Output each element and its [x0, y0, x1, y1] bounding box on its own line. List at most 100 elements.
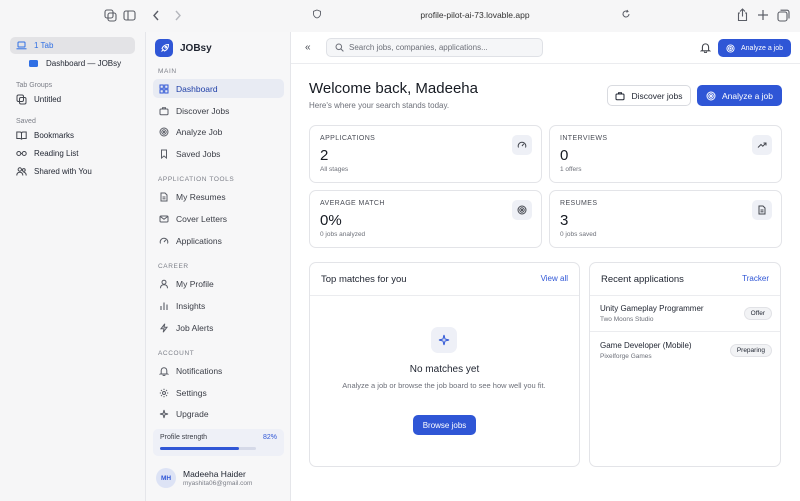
nav-insights[interactable]: Insights	[153, 296, 284, 315]
app-header: « Analyze a job	[291, 32, 800, 64]
reload-icon[interactable]	[621, 9, 631, 19]
tabs-overview-icon[interactable]	[777, 9, 791, 23]
address-bar[interactable]: profile-pilot-ai-73.lovable.app	[310, 8, 640, 24]
nav-discover-jobs[interactable]: Discover Jobs	[153, 101, 284, 120]
gauge-icon	[512, 135, 532, 155]
profile-strength[interactable]: Profile strength 82%	[153, 429, 284, 456]
tab-item-label: Dashboard — JOBsy	[46, 59, 122, 68]
analyze-job-button[interactable]: Analyze a job	[697, 85, 782, 106]
tab-group-untitled[interactable]: Untitled	[10, 91, 135, 108]
search-icon	[335, 43, 344, 52]
nav-label: My Resumes	[176, 191, 226, 202]
sidebar-toggle-icon[interactable]	[123, 9, 137, 23]
mail-icon	[159, 214, 169, 224]
tab-count-row[interactable]: 1 Tab	[10, 37, 135, 54]
tab-overview-icon[interactable]	[104, 9, 118, 23]
target-icon	[706, 91, 716, 101]
nav-label: Notifications	[176, 365, 223, 376]
bookmark-icon	[159, 149, 169, 159]
browse-jobs-button[interactable]: Browse jobs	[413, 415, 476, 435]
application-title: Game Developer (Mobile)	[600, 341, 692, 350]
grid-icon	[159, 84, 169, 94]
analyze-job-label: Analyze a job	[721, 90, 774, 101]
user-email: myashita06@gmail.com	[183, 480, 253, 487]
bell-icon	[159, 366, 169, 376]
favicon-icon	[28, 58, 39, 69]
view-all-link[interactable]: View all	[541, 274, 568, 283]
tab-item-dashboard[interactable]: Dashboard — JOBsy	[22, 55, 135, 72]
user-name: Madeeha Haider	[183, 469, 246, 479]
discover-jobs-button[interactable]: Discover jobs	[607, 85, 691, 106]
reading-list-item[interactable]: Reading List	[10, 145, 135, 162]
stat-value: 2	[320, 147, 329, 164]
document-icon	[752, 200, 772, 220]
laptop-icon	[16, 40, 27, 51]
section-header-main: MAIN	[158, 68, 177, 75]
empty-state-title: No matches yet	[409, 364, 480, 375]
nav-my-resumes[interactable]: My Resumes	[153, 187, 284, 206]
forward-icon[interactable]	[171, 9, 185, 23]
target-icon	[512, 200, 532, 220]
search-box[interactable]	[326, 38, 543, 57]
discover-jobs-label: Discover jobs	[631, 90, 683, 101]
shared-with-you-item[interactable]: Shared with You	[10, 163, 135, 180]
brand-name: JOBsy	[180, 42, 212, 54]
stat-value: 0%	[320, 212, 342, 229]
new-tab-icon[interactable]	[757, 9, 771, 23]
stat-card-interviews[interactable]: INTERVIEWS 0 1 offers	[549, 125, 782, 183]
target-icon	[159, 127, 169, 137]
bookmarks-item[interactable]: Bookmarks	[10, 127, 135, 144]
tab-groups-header: Tab Groups	[16, 82, 53, 89]
nav-saved-jobs[interactable]: Saved Jobs	[153, 144, 284, 163]
search-input[interactable]	[349, 43, 539, 52]
top-matches-card: Top matches for you View all No matches …	[309, 262, 580, 467]
back-icon[interactable]	[150, 9, 164, 23]
list-item[interactable]: Game Developer (Mobile) Pixelforge Games…	[590, 333, 782, 368]
briefcase-icon	[615, 91, 625, 101]
avatar: MH	[156, 468, 176, 488]
nav-analyze-job[interactable]: Analyze Job	[153, 122, 284, 141]
nav-label: Dashboard	[176, 83, 218, 94]
section-header-career: CAREER	[158, 263, 189, 270]
sparkle-icon	[431, 327, 457, 353]
divider	[590, 331, 780, 332]
nav-label: Upgrade	[176, 408, 209, 419]
people-icon	[16, 166, 27, 177]
share-icon[interactable]	[736, 8, 750, 22]
empty-state-text: Analyze a job or browse the job board to…	[342, 381, 546, 390]
stat-card-average-match[interactable]: AVERAGE MATCH 0% 0 jobs analyzed	[309, 190, 542, 248]
nav-job-alerts[interactable]: Job Alerts	[153, 318, 284, 337]
nav-applications[interactable]: Applications	[153, 231, 284, 250]
notifications-bell-icon[interactable]	[700, 42, 711, 53]
stat-card-resumes[interactable]: RESUMES 3 0 jobs saved	[549, 190, 782, 248]
rocket-logo-icon	[155, 39, 173, 57]
stat-sub: 0 jobs saved	[560, 231, 597, 238]
nav-cover-letters[interactable]: Cover Letters	[153, 209, 284, 228]
user-icon	[159, 279, 169, 289]
nav-my-profile[interactable]: My Profile	[153, 274, 284, 293]
list-item[interactable]: Unity Gameplay Programmer Two Moons Stud…	[590, 296, 782, 331]
nav-notifications[interactable]: Notifications	[153, 361, 284, 380]
tab-group-icon	[16, 94, 27, 105]
section-header-application-tools: APPLICATION TOOLS	[158, 176, 235, 183]
page-title: Welcome back, Madeeha	[309, 80, 478, 97]
nav-dashboard[interactable]: Dashboard	[153, 79, 284, 98]
stat-value: 0	[560, 147, 569, 164]
stat-label: AVERAGE MATCH	[320, 200, 385, 207]
tracker-link[interactable]: Tracker	[742, 274, 769, 283]
nav-settings[interactable]: Settings	[153, 383, 284, 402]
brand[interactable]: JOBsy	[155, 39, 212, 57]
header-analyze-button[interactable]: Analyze a job	[718, 39, 791, 57]
collapse-sidebar-icon[interactable]: «	[305, 42, 311, 53]
saved-header: Saved	[16, 118, 36, 125]
header-analyze-label: Analyze a job	[740, 44, 784, 52]
top-matches-title: Top matches for you	[321, 274, 407, 285]
nav-upgrade[interactable]: Upgrade	[153, 404, 284, 423]
nav-label: Cover Letters	[176, 213, 228, 224]
chart-icon	[159, 301, 169, 311]
stat-card-applications[interactable]: APPLICATIONS 2 All stages	[309, 125, 542, 183]
user-card[interactable]: MH Madeeha Haider myashita06@gmail.com	[156, 468, 252, 488]
tab-count-label: 1 Tab	[34, 41, 54, 50]
book-icon	[16, 130, 27, 141]
glasses-icon	[16, 148, 27, 159]
